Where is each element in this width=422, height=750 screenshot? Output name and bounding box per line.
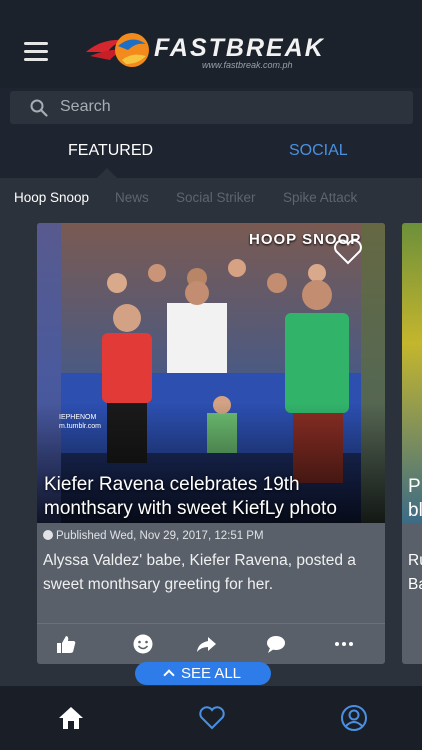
heart-icon[interactable]: [198, 704, 226, 732]
fastbreak-logo[interactable]: FASTBREAK www.fastbreak.com.ph: [82, 30, 352, 74]
hamburger-menu-icon[interactable]: [24, 42, 48, 62]
share-icon[interactable]: [195, 633, 217, 655]
subtab-news[interactable]: News: [115, 190, 149, 205]
search-placeholder[interactable]: Search: [60, 98, 111, 116]
see-all-label: SEE ALL: [180, 665, 242, 682]
home-icon[interactable]: [57, 704, 85, 732]
card-action-bar: [37, 623, 385, 664]
brand-name: FASTBREAK: [154, 34, 325, 62]
smiley-icon[interactable]: [132, 633, 154, 655]
brand-url: www.fastbreak.com.ph: [202, 60, 293, 70]
favorite-heart-icon[interactable]: [333, 239, 363, 265]
tab-featured[interactable]: FEATURED: [68, 142, 153, 160]
next-article-description: Ru Ba: [408, 552, 422, 593]
article-headline[interactable]: Kiefer Ravena celebrates 19th monthsary …: [44, 473, 380, 521]
next-article-card[interactable]: P bl Ru Ba: [402, 223, 422, 664]
article-description: Alyssa Valdez' babe, Kiefer Ravena, post…: [43, 552, 356, 593]
app-header: FASTBREAK www.fastbreak.com.ph: [0, 0, 422, 88]
article-image[interactable]: IEPHENOM m.tumblr.com HOOP SNOOP Kiefer …: [37, 223, 385, 523]
subtab-social-striker[interactable]: Social Striker: [176, 190, 256, 205]
article-card[interactable]: IEPHENOM m.tumblr.com HOOP SNOOP Kiefer …: [37, 223, 385, 664]
subtab-hoop-snoop[interactable]: Hoop Snoop: [14, 190, 89, 205]
bottom-navigation: [0, 686, 422, 750]
clock-icon: [43, 530, 53, 540]
published-date: Published Wed, Nov 29, 2017, 12:51 PM: [43, 530, 264, 542]
profile-icon[interactable]: [340, 704, 368, 732]
comment-icon[interactable]: [265, 633, 287, 655]
category-tabs: Hoop Snoop News Social Striker Spike Att…: [0, 178, 422, 220]
like-icon[interactable]: [55, 633, 77, 655]
see-all-button[interactable]: SEE ALL: [135, 662, 271, 685]
more-icon[interactable]: [333, 633, 355, 655]
image-watermark: IEPHENOM: [59, 414, 97, 421]
published-text: Published Wed, Nov 29, 2017, 12:51 PM: [56, 530, 264, 542]
main-tabs: FEATURED SOCIAL: [0, 130, 422, 178]
tab-social[interactable]: SOCIAL: [289, 142, 348, 160]
active-tab-caret: [97, 168, 117, 178]
fastbreak-logo-icon: [86, 33, 149, 67]
image-watermark-url: m.tumblr.com: [59, 423, 101, 430]
search-bar[interactable]: Search: [10, 91, 413, 124]
subtab-spike-attack[interactable]: Spike Attack: [283, 190, 357, 205]
next-article-headline: P bl: [408, 476, 422, 521]
search-icon: [30, 99, 48, 117]
chevron-up-icon: [163, 669, 175, 681]
feed-content: IEPHENOM m.tumblr.com HOOP SNOOP Kiefer …: [0, 220, 422, 686]
